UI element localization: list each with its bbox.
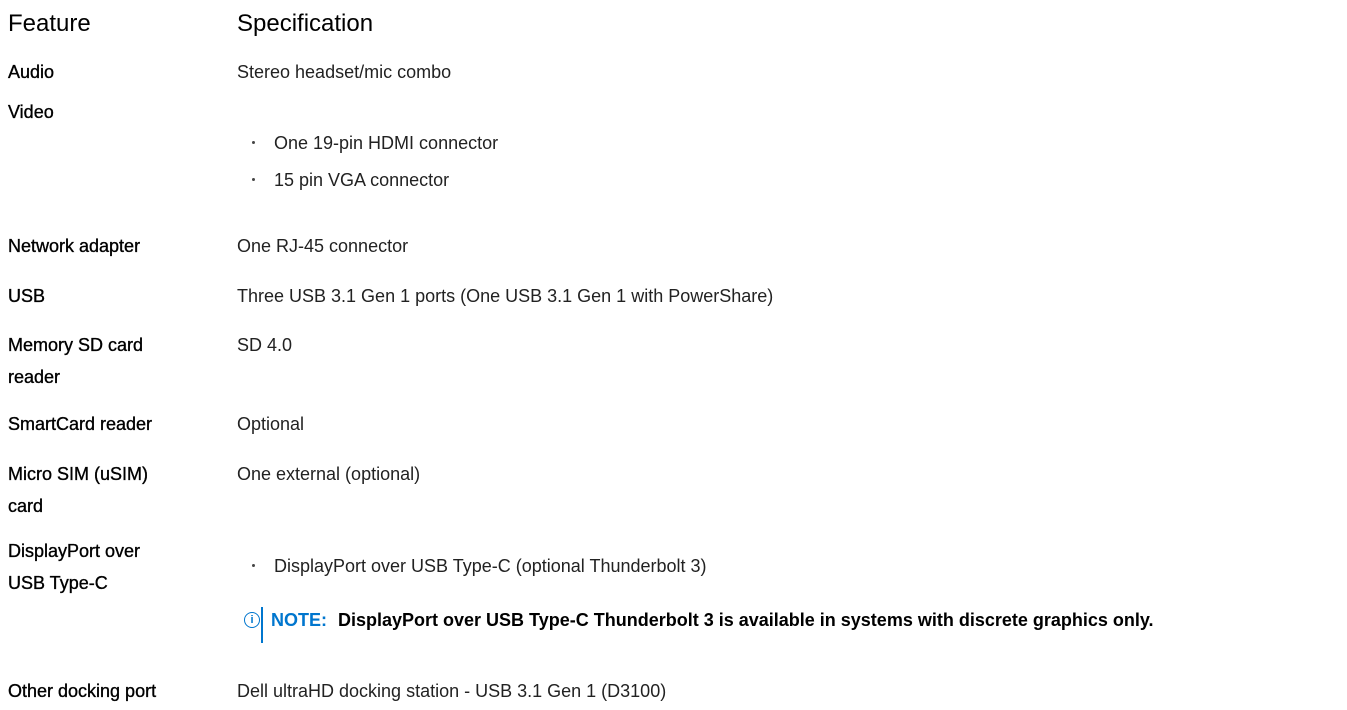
list-item-text: One 19-pin HDMI connector [274, 133, 499, 153]
feature-cell: Micro SIM (uSIM) card [8, 461, 208, 519]
column-header-specification: Specification [237, 10, 374, 37]
spec-cell: Optional [237, 414, 305, 434]
spec-cell: One RJ-45 connector [237, 236, 409, 256]
feature-line: Micro SIM (uSIM) [8, 464, 149, 484]
feature-line: reader [8, 367, 61, 387]
list-item: One 19-pin HDMI connector [252, 130, 498, 167]
list-item-text: DisplayPort over USB Type-C (optional Th… [274, 556, 707, 576]
note-text: DisplayPort over USB Type-C Thunderbolt … [338, 610, 1154, 630]
spec-table: Feature Specification Audio Stereo heads… [0, 0, 1347, 710]
bullet-icon [252, 178, 255, 181]
feature-line: card [8, 496, 44, 516]
list-item: DisplayPort over USB Type-C (optional Th… [252, 553, 707, 590]
feature-cell: Other docking port [8, 681, 157, 701]
spec-cell: Three USB 3.1 Gen 1 ports (One USB 3.1 G… [237, 286, 774, 306]
spec-cell: SD 4.0 [237, 335, 293, 355]
bullet-list: One 19-pin HDMI connector 15 pin VGA con… [252, 130, 498, 204]
list-item-text: 15 pin VGA connector [274, 170, 450, 190]
feature-cell: Video [8, 102, 54, 122]
feature-cell: Network adapter [8, 236, 141, 256]
bullet-icon [252, 564, 255, 567]
spec-cell: Dell ultraHD docking station - USB 3.1 G… [237, 681, 667, 701]
feature-cell: USB [8, 286, 46, 306]
feature-cell: Audio [8, 62, 55, 82]
feature-cell: DisplayPort over USB Type-C [8, 538, 208, 596]
feature-line: DisplayPort over [8, 541, 141, 561]
table-header: Feature Specification [0, 0, 1347, 50]
feature-line: USB Type-C [8, 573, 108, 593]
spec-cell: Stereo headset/mic combo [237, 62, 452, 82]
note-divider [261, 607, 263, 643]
feature-line: Memory SD card [8, 335, 144, 355]
note-label: NOTE: [271, 610, 327, 630]
feature-cell: Memory SD card reader [8, 332, 208, 390]
list-item: 15 pin VGA connector [252, 167, 498, 204]
spec-cell: One external (optional) [237, 464, 421, 484]
bullet-icon [252, 141, 255, 144]
info-icon: i [244, 612, 260, 628]
feature-cell: SmartCard reader [8, 414, 153, 434]
bullet-list: DisplayPort over USB Type-C (optional Th… [252, 553, 707, 590]
column-header-feature: Feature [8, 10, 91, 37]
